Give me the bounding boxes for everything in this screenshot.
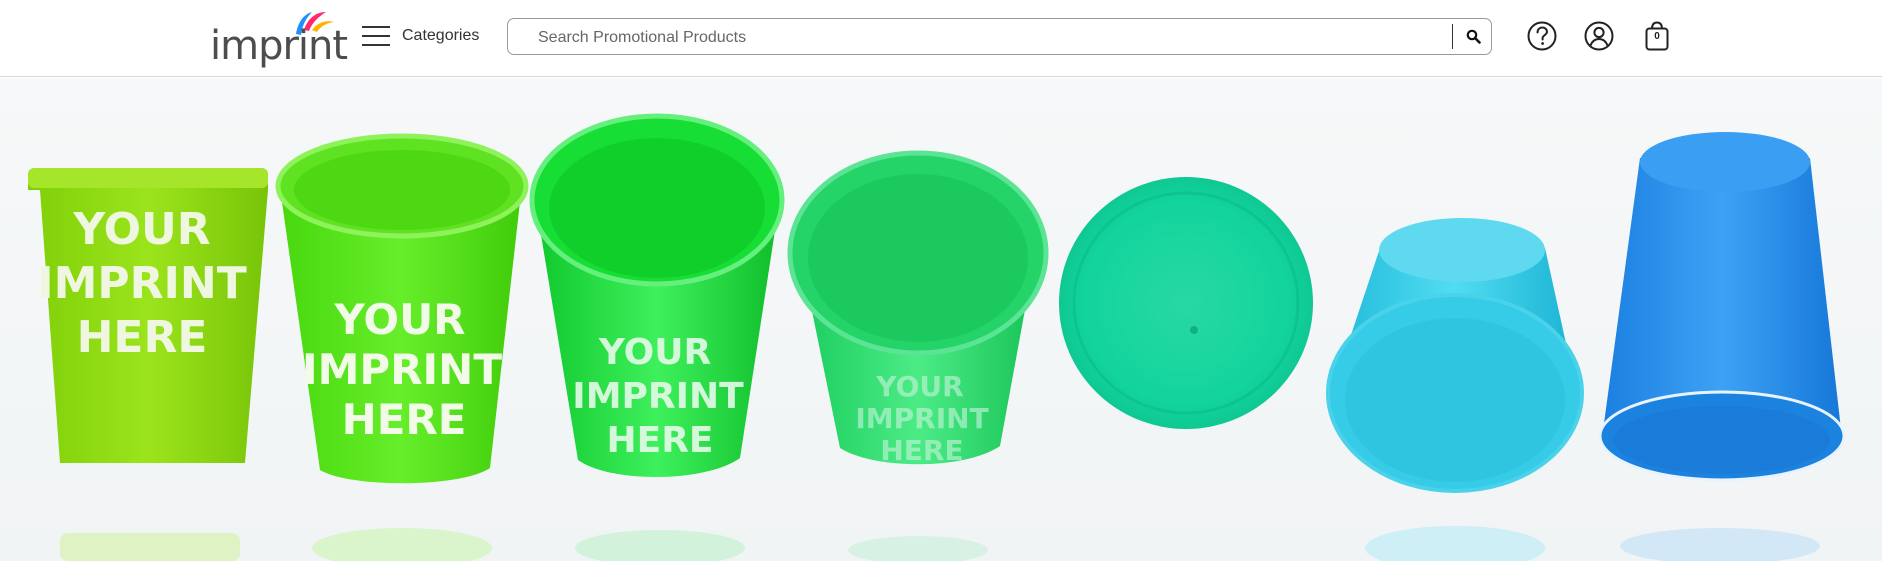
help-button[interactable] [1524,18,1560,54]
search-divider [1452,24,1453,49]
cup-2: YOUR IMPRINT HERE [275,133,529,561]
cup-5 [1059,177,1313,429]
cup-2-text-line-1: YOUR [333,295,465,344]
cup-7 [1598,132,1846,561]
imprint-logo[interactable]: imprint [210,8,348,70]
logo-wordmark: imprint [210,23,348,69]
search-icon [1466,29,1481,44]
cup-1-text-line-1: YOUR [72,204,210,255]
hero-cups-image: YOUR IMPRINT HERE YOUR IMPRINT HERE YOUR… [28,113,1846,561]
help-icon [1527,21,1557,51]
menu-icon [362,25,390,47]
cup-2-text-line-2: IMPRINT [302,345,502,394]
cup-3: YOUR IMPRINT HERE [529,113,785,561]
site-header: imprint Categories Search Promotional Pr… [0,0,1882,77]
cup-1: YOUR IMPRINT HERE [28,168,268,561]
cup-4-text-line-1: YOUR [875,370,963,403]
account-icon [1584,21,1614,51]
cart-count-badge: 0 [1654,31,1660,42]
hero-banner: YOUR IMPRINT HERE YOUR IMPRINT HERE YOUR… [0,78,1882,561]
cup-2-text-line-3: HERE [342,395,467,444]
shopping-bag-button[interactable]: 0 [1639,18,1675,54]
search-bar [507,18,1492,56]
categories-label: Categories [402,27,480,44]
cup-4: YOUR IMPRINT HERE [787,150,1049,561]
cup-3-text-line-3: HERE [606,420,713,461]
search-button[interactable] [1454,19,1492,54]
cup-1-text-line-2: IMPRINT [37,258,247,309]
account-button[interactable] [1581,18,1617,54]
cup-6 [1326,218,1584,561]
cup-1-text-line-3: HERE [77,312,208,363]
search-input[interactable] [536,19,1440,56]
cup-4-text-line-2: IMPRINT [855,402,988,435]
cup-3-text-line-2: IMPRINT [572,376,744,417]
cup-3-text-line-1: YOUR [598,332,711,373]
cup-4-text-line-3: HERE [880,434,963,467]
categories-menu-button[interactable]: Categories [362,20,479,52]
